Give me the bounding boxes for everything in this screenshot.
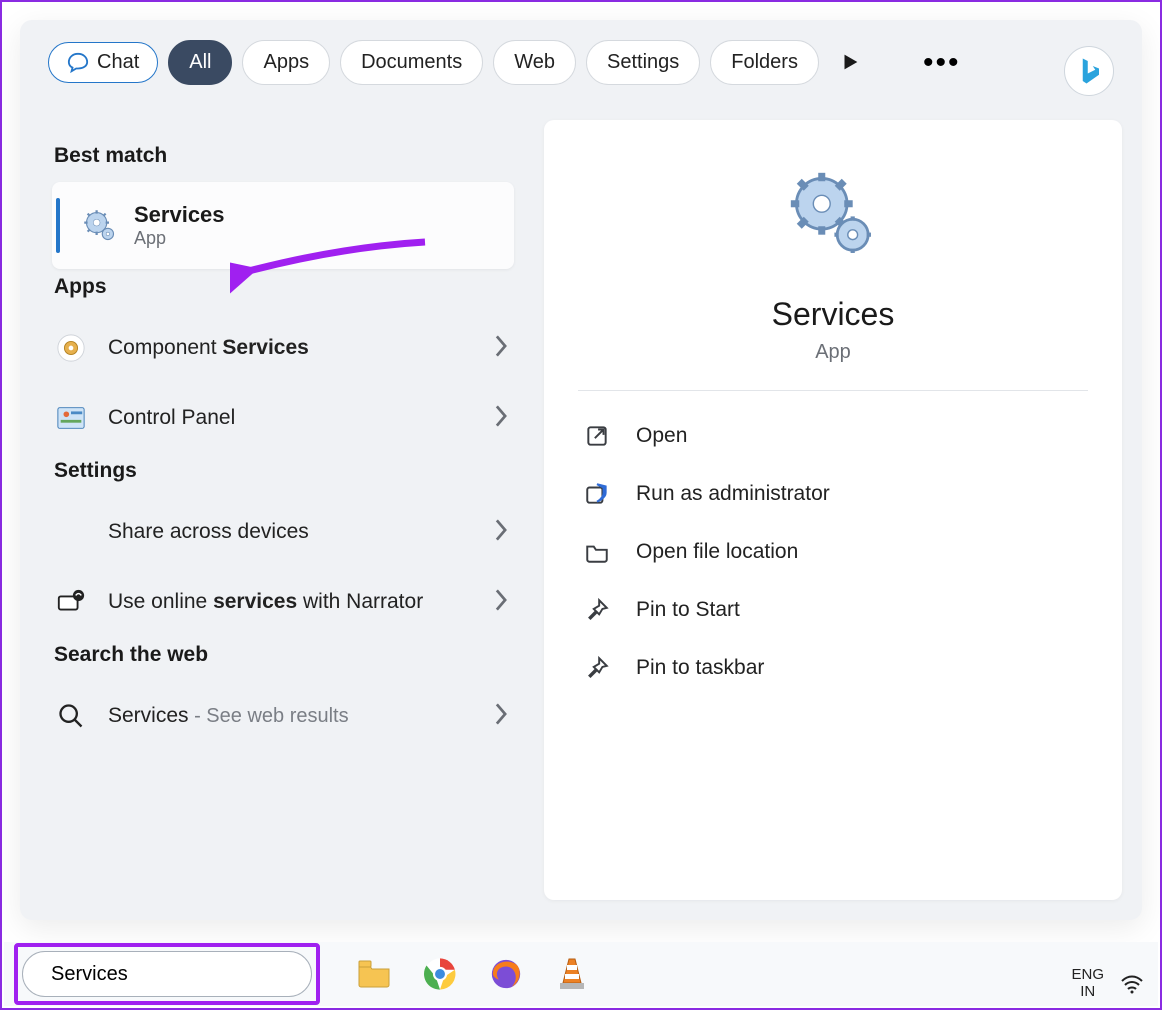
result-web-search[interactable]: Services - See web results — [52, 681, 520, 751]
pin-icon — [584, 655, 610, 681]
result-label: Control Panel — [108, 404, 494, 431]
bing-profile-button[interactable] — [1064, 46, 1114, 96]
action-open-location[interactable]: Open file location — [578, 523, 1088, 581]
action-label: Run as administrator — [636, 482, 830, 506]
action-pin-start[interactable]: Pin to Start — [578, 581, 1088, 639]
filter-documents[interactable]: Documents — [340, 40, 483, 85]
results-list: Best match Services App Apps — [20, 112, 530, 920]
more-filters-button[interactable] — [839, 51, 863, 75]
result-label: Share across devices — [108, 518, 494, 545]
chevron-right-icon — [494, 519, 508, 546]
annotation-highlight — [14, 943, 320, 1005]
action-label: Pin to taskbar — [636, 656, 764, 680]
result-narrator-services[interactable]: Use online services with Narrator — [52, 567, 520, 637]
result-label: Component Services — [108, 334, 494, 361]
chrome-icon[interactable] — [422, 956, 458, 992]
chat-button[interactable]: Chat — [48, 42, 158, 83]
result-label: Services - See web results — [108, 702, 494, 729]
bing-chat-icon — [67, 52, 89, 74]
result-control-panel[interactable]: Control Panel — [52, 383, 520, 453]
section-apps: Apps — [54, 275, 530, 299]
action-open[interactable]: Open — [578, 407, 1088, 465]
taskbar-pinned-apps — [356, 956, 590, 992]
taskbar: ENG IN — [4, 942, 1158, 1006]
chevron-right-icon — [494, 589, 508, 616]
result-share-across-devices[interactable]: Share across devices — [52, 497, 520, 567]
filter-settings[interactable]: Settings — [586, 40, 700, 85]
language-indicator[interactable]: ENG IN — [1071, 967, 1104, 1000]
taskbar-search-input[interactable] — [51, 963, 316, 986]
result-label: Use online services with Narrator — [108, 588, 494, 615]
narrator-icon — [54, 585, 88, 619]
best-match-title: Services — [134, 202, 225, 228]
pin-icon — [584, 597, 610, 623]
detail-title: Services — [772, 296, 895, 333]
taskbar-search[interactable] — [22, 951, 312, 997]
chat-label: Chat — [97, 51, 139, 74]
best-match-item[interactable]: Services App — [52, 182, 514, 269]
filter-all[interactable]: All — [168, 40, 232, 85]
more-options-button[interactable]: ••• — [923, 58, 961, 68]
filter-row: Chat All Apps Documents Web Settings Fol… — [20, 20, 1142, 89]
control-panel-icon — [54, 401, 88, 435]
wifi-icon[interactable] — [1120, 973, 1144, 995]
lang-line1: ENG — [1071, 967, 1104, 984]
open-icon — [584, 423, 610, 449]
action-run-admin[interactable]: Run as administrator — [578, 465, 1088, 523]
vlc-icon[interactable] — [554, 956, 590, 992]
search-results-panel: Chat All Apps Documents Web Settings Fol… — [20, 20, 1142, 920]
component-services-icon — [54, 331, 88, 365]
filter-folders[interactable]: Folders — [710, 40, 819, 85]
detail-pane: Services App Open Run as administrator O… — [544, 120, 1122, 900]
play-icon — [839, 51, 861, 73]
action-label: Open — [636, 424, 687, 448]
best-match-subtitle: App — [134, 228, 225, 249]
detail-subtitle: App — [815, 341, 851, 364]
action-list: Open Run as administrator Open file loca… — [578, 397, 1088, 697]
section-search-web: Search the web — [54, 643, 530, 667]
search-icon — [54, 699, 88, 733]
folder-icon — [584, 539, 610, 565]
chevron-right-icon — [494, 703, 508, 730]
bing-icon — [1074, 56, 1104, 86]
action-label: Pin to Start — [636, 598, 740, 622]
filter-web[interactable]: Web — [493, 40, 576, 85]
chevron-right-icon — [494, 405, 508, 432]
firefox-icon[interactable] — [488, 956, 524, 992]
detail-app-icon — [788, 170, 878, 260]
action-pin-taskbar[interactable]: Pin to taskbar — [578, 639, 1088, 697]
action-label: Open file location — [636, 540, 798, 564]
lang-line2: IN — [1071, 984, 1104, 1001]
admin-icon — [584, 481, 610, 507]
file-explorer-icon[interactable] — [356, 956, 392, 992]
section-settings: Settings — [54, 459, 530, 483]
chevron-right-icon — [494, 335, 508, 362]
services-icon — [82, 208, 118, 244]
result-component-services[interactable]: Component Services — [52, 313, 520, 383]
section-best-match: Best match — [54, 144, 530, 168]
divider — [578, 390, 1088, 391]
filter-apps[interactable]: Apps — [242, 40, 330, 85]
